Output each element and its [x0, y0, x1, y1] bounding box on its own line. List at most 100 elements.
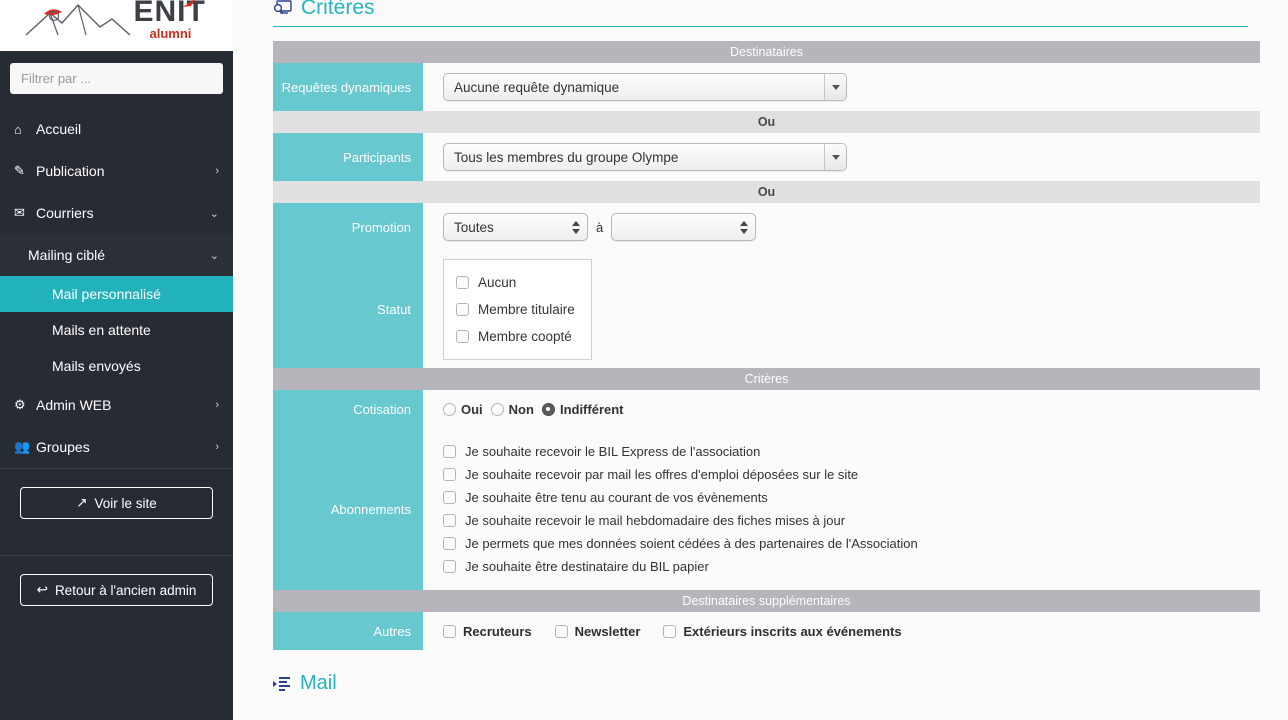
sidebar-item-label: Admin WEB — [36, 397, 112, 413]
cotisation-option-non[interactable]: Non — [490, 401, 534, 417]
sidebar-item-publication[interactable]: ✎ Publication › — [0, 150, 233, 192]
checkbox-icon[interactable] — [443, 491, 456, 504]
autres-option-exterieurs[interactable]: Extérieurs inscrits aux événements — [663, 624, 902, 639]
row-participants: Participants Tous les membres du groupe … — [273, 133, 1260, 181]
row-statut: Statut Aucun Membre titulaire Membre coo… — [273, 251, 1260, 368]
radio-icon[interactable] — [443, 402, 456, 416]
participants-select[interactable]: Tous les membres du groupe Olympe — [443, 143, 847, 171]
promotion-to-select[interactable] — [611, 213, 757, 241]
checkbox-icon[interactable] — [443, 445, 456, 458]
checkbox-icon[interactable] — [443, 537, 456, 550]
mail-compose-icon — [273, 676, 291, 692]
sidebar-item-label: Mail personnalisé — [52, 286, 161, 302]
row-label: Promotion — [273, 203, 423, 251]
checkbox-icon[interactable] — [443, 560, 456, 573]
radio-icon[interactable] — [490, 402, 504, 416]
statut-option-membre-coopte[interactable]: Membre coopté — [456, 323, 575, 350]
chevron-down-icon[interactable] — [824, 74, 846, 100]
brand-logo[interactable]: ENIT alumni — [0, 0, 233, 51]
edit-icon: ✎ — [14, 163, 25, 178]
sidebar-item-label: Mails en attente — [52, 322, 151, 338]
sidebar-item-label: Publication — [36, 163, 105, 179]
sidebar-item-accueil[interactable]: ⌂ Accueil — [0, 108, 233, 150]
statut-option-aucun[interactable]: Aucun — [456, 269, 575, 296]
promotion-from-select[interactable]: Toutes — [443, 213, 588, 241]
sidebar-item-courriers[interactable]: ✉ Courriers ⌄ — [0, 192, 233, 234]
statut-option-membre-titulaire[interactable]: Membre titulaire — [456, 296, 575, 323]
select-value: Toutes — [454, 219, 494, 235]
section-header-destinataires: Destinataires — [273, 41, 1260, 63]
checkbox-icon[interactable] — [443, 514, 456, 527]
select-value: Tous les membres du groupe Olympe — [454, 149, 679, 165]
abonnement-option-donnees-partenaires[interactable]: Je permets que mes données soient cédées… — [443, 532, 918, 555]
select-value: Aucune requête dynamique — [454, 79, 620, 95]
spinner-updown-icon[interactable] — [733, 214, 755, 240]
criteria-screen-icon — [273, 0, 292, 17]
checkbox-icon[interactable] — [554, 624, 568, 638]
cotisation-option-oui[interactable]: Oui — [443, 402, 483, 417]
checkbox-icon[interactable] — [443, 624, 456, 638]
back-to-old-admin-button[interactable]: ↩ Retour à l'ancien admin — [20, 574, 213, 606]
section-separator-ou-1: Ou — [273, 111, 1260, 133]
option-label: Je souhaite être tenu au courant de vos … — [465, 490, 768, 505]
sidebar-item-groupes[interactable]: 👥 Groupes › — [0, 426, 233, 468]
abonnement-option-bil-express[interactable]: Je souhaite recevoir le BIL Express de l… — [443, 440, 918, 463]
row-abonnements: Abonnements Je souhaite recevoir le BIL … — [273, 428, 1260, 590]
option-label: Non — [508, 401, 534, 417]
abonnement-option-bil-papier[interactable]: Je souhaite être destinataire du BIL pap… — [443, 555, 918, 578]
row-label: Autres — [273, 612, 423, 650]
cotisation-option-indifferent[interactable]: Indifférent — [541, 401, 624, 417]
view-site-button[interactable]: ↗ Voir le site — [20, 487, 213, 519]
row-requetes-dynamiques: Requêtes dynamiques Aucune requête dynam… — [273, 63, 1260, 111]
chevron-right-icon: › — [215, 399, 219, 411]
section-header-criteres: Critères — [273, 368, 1260, 390]
envelope-icon: ✉ — [14, 205, 25, 220]
checkbox-icon[interactable] — [456, 276, 469, 289]
autres-option-recruteurs[interactable]: Recruteurs — [443, 624, 532, 639]
requetes-dynamiques-select[interactable]: Aucune requête dynamique — [443, 73, 847, 101]
row-label: Abonnements — [273, 428, 423, 590]
sidebar-filter-input[interactable] — [10, 63, 223, 94]
row-promotion: Promotion Toutes à — [273, 203, 1260, 251]
sidebar-item-mails-envoyes[interactable]: Mails envoyés — [0, 348, 233, 384]
row-body: Je souhaite recevoir le BIL Express de l… — [423, 428, 1260, 590]
row-body: Aucun Membre titulaire Membre coopté — [423, 251, 1260, 368]
row-body: Toutes à — [423, 203, 1260, 251]
sidebar-nav: ⌂ Accueil ✎ Publication › ✉ Courriers ⌄ … — [0, 108, 233, 468]
sidebar-item-mailing-cible[interactable]: Mailing ciblé ⌄ — [0, 234, 233, 276]
brand-subtitle: alumni — [149, 25, 192, 41]
promotion-range-separator: à — [596, 219, 604, 235]
option-label: Je permets que mes données soient cédées… — [465, 536, 918, 551]
view-site-label: Voir le site — [94, 495, 157, 511]
sidebar-item-admin-web[interactable]: ⚙ Admin WEB › — [0, 384, 233, 426]
checkbox-icon[interactable] — [663, 624, 677, 638]
statut-options-box: Aucun Membre titulaire Membre coopté — [443, 259, 592, 360]
chevron-down-icon: ⌄ — [209, 249, 219, 262]
users-icon: 👥 — [14, 439, 31, 454]
row-label: Requêtes dynamiques — [273, 63, 423, 111]
abonnement-option-evenements[interactable]: Je souhaite être tenu au courant de vos … — [443, 486, 918, 509]
option-label: Indifférent — [559, 401, 624, 417]
chevron-down-icon: ⌄ — [209, 207, 219, 220]
abonnement-option-mail-hebdo[interactable]: Je souhaite recevoir le mail hebdomadair… — [443, 509, 918, 532]
option-label: Oui — [461, 401, 483, 417]
row-cotisation: Cotisation Oui Non Indifférent — [273, 390, 1260, 428]
autres-option-newsletter[interactable]: Newsletter — [554, 624, 640, 639]
chevron-down-icon[interactable] — [824, 144, 846, 170]
radio-icon-selected[interactable] — [541, 402, 555, 416]
sidebar-item-mails-en-attente[interactable]: Mails en attente — [0, 312, 233, 348]
checkbox-icon[interactable] — [456, 303, 469, 316]
sidebar-item-label: Mailing ciblé — [28, 247, 106, 263]
abonnements-options: Je souhaite recevoir le BIL Express de l… — [443, 440, 918, 578]
row-label: Cotisation — [273, 390, 423, 428]
spinner-updown-icon[interactable] — [565, 214, 587, 240]
checkbox-icon[interactable] — [456, 330, 469, 343]
option-label: Recruteurs — [463, 623, 532, 639]
page-title-text: Critères — [301, 0, 375, 19]
option-label: Aucun — [478, 275, 517, 290]
abonnement-option-offres-emploi[interactable]: Je souhaite recevoir par mail les offres… — [443, 463, 918, 486]
sidebar-item-mail-personnalise[interactable]: Mail personnalisé — [0, 276, 233, 312]
sidebar-item-label: Accueil — [36, 121, 82, 137]
checkbox-icon[interactable] — [443, 468, 456, 481]
